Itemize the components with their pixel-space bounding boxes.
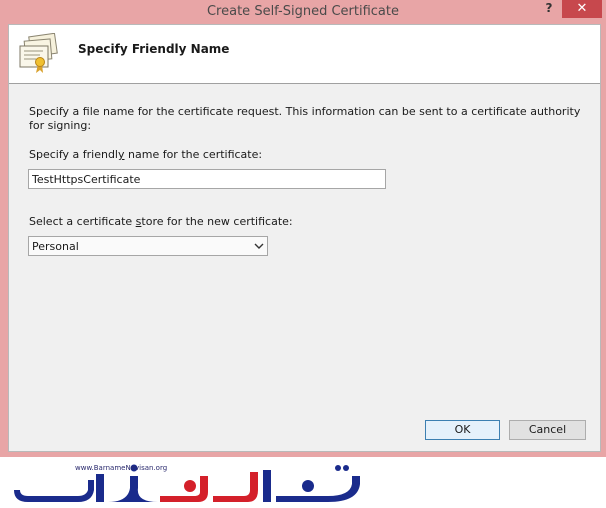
certificate-store-label: Select a certificate store for the new c… — [29, 215, 293, 228]
dialog-body: Specify Friendly Name Specify a file nam… — [8, 24, 601, 452]
cancel-button[interactable]: Cancel — [509, 420, 586, 440]
ok-button[interactable]: OK — [425, 420, 500, 440]
chevron-down-icon — [254, 243, 264, 249]
certificate-store-select[interactable]: Personal — [28, 236, 268, 256]
window-title: Create Self-Signed Certificate — [206, 4, 399, 19]
friendly-name-label: Specify a friendly name for the certific… — [29, 148, 263, 161]
dialog-window: Create Self-Signed Certificate ? ✕ Speci… — [0, 0, 606, 457]
certificate-icon — [19, 33, 58, 73]
title-bar[interactable]: Create Self-Signed Certificate ? ✕ — [0, 0, 606, 24]
page-title: Specify Friendly Name — [78, 42, 230, 56]
help-button[interactable]: ? — [540, 1, 558, 15]
site-logo — [14, 464, 360, 502]
friendly-name-input[interactable] — [28, 169, 386, 189]
certificate-store-value: Personal — [32, 240, 79, 253]
description-text: Specify a file name for the certificate … — [29, 105, 581, 132]
wizard-header: Specify Friendly Name — [9, 25, 600, 84]
watermark-url: www.BarnameNevisan.org — [75, 464, 168, 472]
close-button[interactable]: ✕ — [562, 0, 602, 18]
